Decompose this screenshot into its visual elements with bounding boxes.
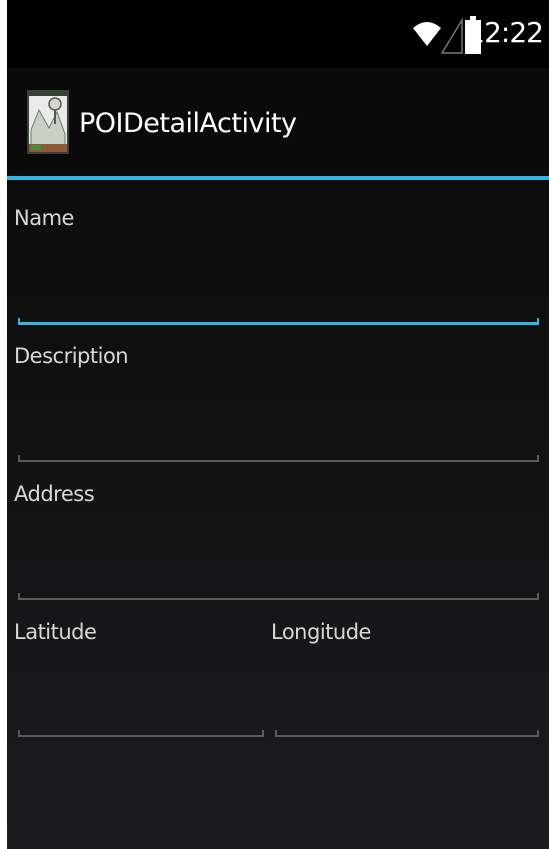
page-title: POIDetailActivity (79, 108, 297, 139)
latitude-label: Latitude (14, 620, 97, 644)
longitude-field[interactable] (275, 725, 539, 737)
latitude-field[interactable] (18, 725, 264, 737)
description-field[interactable] (18, 450, 539, 462)
name-label: Name (14, 206, 74, 230)
status-time: 12:22 (467, 16, 544, 49)
longitude-label: Longitude (271, 620, 371, 644)
name-field[interactable] (18, 312, 539, 325)
status-bar: 12:22 (7, 0, 549, 68)
description-label: Description (14, 344, 129, 368)
action-bar-divider (7, 176, 549, 180)
app-screen: 12:22 POIDetailActivity Name Description… (7, 0, 549, 849)
map-pin-app-icon[interactable] (27, 90, 69, 154)
wifi-icon (413, 22, 441, 46)
address-field[interactable] (18, 588, 539, 600)
address-label: Address (14, 482, 95, 506)
cell-signal-icon (441, 18, 463, 54)
